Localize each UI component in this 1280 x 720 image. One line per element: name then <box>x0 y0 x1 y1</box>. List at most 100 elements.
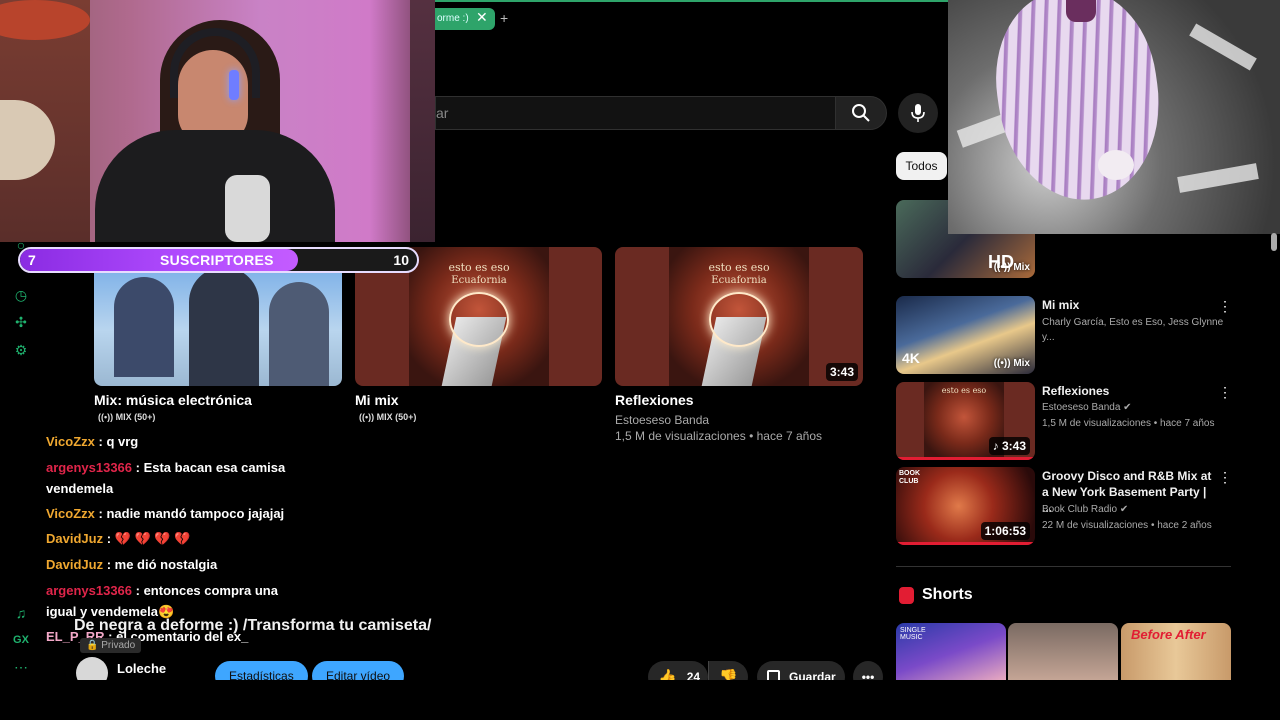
gear-icon[interactable]: ⚙ <box>12 341 30 359</box>
webcam-overlay <box>0 0 435 242</box>
history-icon[interactable]: ◷ <box>12 286 30 304</box>
sidebar-item-meta: 22 M de visualizaciones • hace 2 años <box>1042 520 1212 531</box>
album-art-subtitle: Ecuafornia <box>451 275 507 286</box>
more-vertical-icon[interactable]: ⋮ <box>1218 298 1232 314</box>
music-note-icon: ♪ <box>992 439 1002 453</box>
more-vertical-icon[interactable]: ⋮ <box>1218 384 1232 400</box>
chat-text: : me dió nostalgia <box>106 557 218 572</box>
shorts-title: Shorts <box>922 586 973 603</box>
chat-username: argenys13366 <box>46 460 133 475</box>
onion-image <box>984 0 1172 211</box>
chat-text: : 💔 💔 💔 💔 <box>106 531 191 546</box>
mix-broadcast-icon: ((•)) <box>98 412 116 422</box>
chat-username: VicoZzx <box>46 506 95 521</box>
endscreen-card-title[interactable]: Reflexiones <box>615 392 694 408</box>
sidebar-item-meta: 1,5 M de visualizaciones • hace 7 años <box>1042 418 1215 429</box>
sidebar-thumb-reflexiones[interactable]: esto es eso ♪ 3:43 <box>896 382 1035 460</box>
endscreen-card-title[interactable]: Mi mix <box>355 392 399 408</box>
new-tab-button[interactable]: + <box>500 10 514 26</box>
background-lamp <box>410 0 435 242</box>
album-art-title: esto es eso <box>941 386 987 395</box>
endscreen-card-mix-label: ((•)) MIX (50+) <box>98 412 156 422</box>
streamer-body <box>95 130 335 242</box>
subscriber-goal: 10 <box>393 252 409 268</box>
sidebar-item-channel[interactable]: Book Club Radio ✔ <box>1042 502 1232 517</box>
divider <box>896 566 1231 567</box>
voice-search-button[interactable] <box>898 93 938 133</box>
chat-text: : q vrg <box>98 434 139 449</box>
verified-icon: ✔ <box>1119 504 1129 515</box>
sidebar-item-meta: Charly García, Esto es Eso, Jess Glynne … <box>1042 317 1224 343</box>
chat-username: argenys13366 <box>46 583 133 598</box>
watch-progress <box>896 542 1035 545</box>
duration-badge: 3:43 <box>825 363 858 381</box>
album-art-subtitle: Ecuafornia <box>711 275 767 286</box>
short-thumb[interactable]: Before After <box>1121 623 1231 683</box>
chat-text: : Esta bacan esa camisa <box>135 460 286 475</box>
verified-icon: ✔ <box>1123 402 1132 413</box>
mix-broadcast-icon: ((•)) <box>359 412 377 422</box>
album-art: esto es eso Ecuafornia <box>669 247 809 386</box>
subscriber-current: 7 <box>28 252 36 268</box>
tab-close-icon[interactable]: ✕ <box>476 9 490 27</box>
music-icon[interactable]: ♫ <box>12 604 30 622</box>
4k-badge: 4K <box>902 350 920 366</box>
onion-top <box>1066 0 1096 22</box>
sparkle-image <box>449 292 509 347</box>
channel-name[interactable]: Loleche <box>117 661 166 676</box>
chat-text: : nadie mandó tampoco jajajaj <box>98 506 285 521</box>
chat-message: DavidJuz : me dió nostalgia <box>46 557 217 572</box>
hd-badge: HD <box>988 252 1014 272</box>
bottom-bar <box>0 680 1280 720</box>
sidebar-thumb-groovy-disco[interactable]: BOOK CLUB 1:06:53 <box>896 467 1035 545</box>
subscriber-label: SUSCRIPTORES <box>160 252 274 268</box>
more-icon[interactable]: ⋯ <box>12 658 30 676</box>
duration-badge: ♪ 3:43 <box>988 437 1030 455</box>
chat-message: argenys13366 : Esta bacan esa camisa <box>46 460 285 475</box>
short-thumb[interactable]: SINGLE MUSIC <box>896 623 1006 683</box>
search-icon <box>852 104 870 122</box>
chat-message: DavidJuz : 💔 💔 💔 💔 <box>46 531 190 547</box>
filter-chip-todos[interactable]: Todos <box>896 152 947 180</box>
album-art-title: esto es eso <box>708 261 770 274</box>
thumbnail-person <box>114 277 174 377</box>
sidebar-thumb-mi-mix[interactable]: 4K ((•)) Mix <box>896 296 1035 374</box>
short-caption: Before After <box>1131 627 1206 642</box>
browser-tab-label: orme :) <box>437 13 469 24</box>
album-art-title: esto es eso <box>448 261 510 274</box>
chat-username: DavidJuz <box>46 557 104 572</box>
short-thumb[interactable] <box>1008 623 1118 683</box>
video-title: De negra a deforme :) /Transforma tu cam… <box>74 617 432 634</box>
endscreen-card-mix-label: ((•)) MIX (50+) <box>359 412 417 422</box>
lock-icon: 🔒 <box>86 640 102 651</box>
puzzle-icon[interactable]: ✣ <box>12 313 30 331</box>
mix-icon: ((•)) <box>993 358 1014 369</box>
shorts-icon <box>899 587 914 604</box>
gx-icon[interactable]: GX <box>12 631 30 649</box>
short-caption: SINGLE MUSIC <box>900 627 926 641</box>
endscreen-card-meta: 1,5 M de visualizaciones • hace 7 años <box>615 429 822 443</box>
search-input[interactable]: ar <box>435 96 835 130</box>
microphone-icon <box>911 104 925 122</box>
chat-text: : entonces compra una <box>135 583 278 598</box>
more-vertical-icon[interactable]: ⋮ <box>1218 469 1232 485</box>
tab-accent-line <box>435 0 948 2</box>
sidebar-item-channel[interactable]: Estoeseso Banda ✔ <box>1042 400 1232 415</box>
onion-art-overlay <box>948 0 1280 234</box>
endscreen-card-title[interactable]: Mix: música electrónica <box>94 392 252 408</box>
chat-message: vendemela <box>46 481 113 496</box>
sidebar-item-title[interactable]: Mi mix <box>1042 297 1218 313</box>
endscreen-card-reflexiones[interactable]: esto es eso Ecuafornia 3:43 <box>615 247 863 386</box>
sidebar-item-title[interactable]: Reflexiones <box>1042 383 1218 399</box>
duration-badge: 1:06:53 <box>980 522 1030 540</box>
thumbnail-person <box>189 267 259 386</box>
book-club-logo: BOOK CLUB <box>899 470 920 485</box>
microphone-image <box>225 175 270 242</box>
search-button[interactable] <box>835 96 887 130</box>
subscriber-goal-bar: 7 SUSCRIPTORES 10 <box>18 247 419 273</box>
mix-label: ((•)) Mix <box>993 358 1030 369</box>
scrollbar[interactable] <box>1271 233 1277 251</box>
chat-username: DavidJuz <box>46 531 104 546</box>
chat-username: VicoZzx <box>46 434 95 449</box>
endscreen-card-channel[interactable]: Estoeseso Banda <box>615 413 709 427</box>
